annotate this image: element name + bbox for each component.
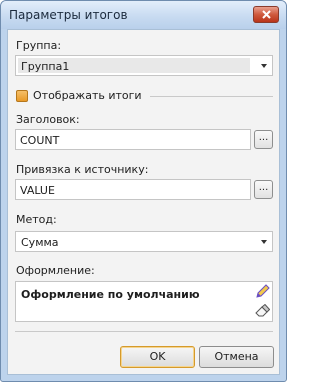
caption-field[interactable]: COUNT (15, 129, 251, 150)
eraser-icon[interactable] (255, 304, 270, 317)
dialog-body: Группа: Группа1 Отображать итоги Заголов… (7, 29, 280, 375)
method-value: Сумма (21, 236, 59, 249)
group-label: Группа: (16, 39, 62, 52)
caption-value: COUNT (20, 134, 60, 147)
chevron-down-icon[interactable] (261, 240, 267, 244)
method-label: Метод: (16, 213, 57, 226)
pencil-icon[interactable] (255, 284, 270, 299)
style-value: Оформление по умолчанию (21, 288, 200, 301)
cancel-button[interactable]: Отмена (199, 346, 274, 368)
show-totals-label[interactable]: Отображать итоги (33, 89, 142, 102)
method-combobox[interactable]: Сумма (15, 231, 273, 252)
ok-button[interactable]: OK (120, 346, 195, 368)
source-label: Привязка к источнику: (16, 163, 149, 176)
source-browse-button[interactable]: ... (254, 180, 273, 199)
show-totals-checkbox[interactable] (16, 90, 28, 102)
caption-label: Заголовок: (16, 113, 80, 126)
style-label: Оформление: (16, 264, 95, 277)
group-value: Группа1 (21, 60, 70, 73)
chevron-down-icon[interactable] (261, 64, 267, 68)
group-separator (150, 96, 273, 97)
source-field[interactable]: VALUE (15, 179, 251, 200)
dialog-window: Параметры итогов Группа: Группа1 Отображ… (0, 0, 287, 382)
window-title: Параметры итогов (9, 8, 128, 22)
group-combobox[interactable]: Группа1 (15, 55, 273, 76)
close-button[interactable] (253, 6, 279, 23)
style-field[interactable]: Оформление по умолчанию (15, 281, 273, 322)
caption-browse-button[interactable]: ... (254, 130, 273, 149)
title-bar[interactable]: Параметры итогов (1, 1, 286, 29)
source-value: VALUE (20, 184, 55, 197)
close-x-icon (262, 10, 271, 19)
footer-divider (15, 331, 273, 332)
